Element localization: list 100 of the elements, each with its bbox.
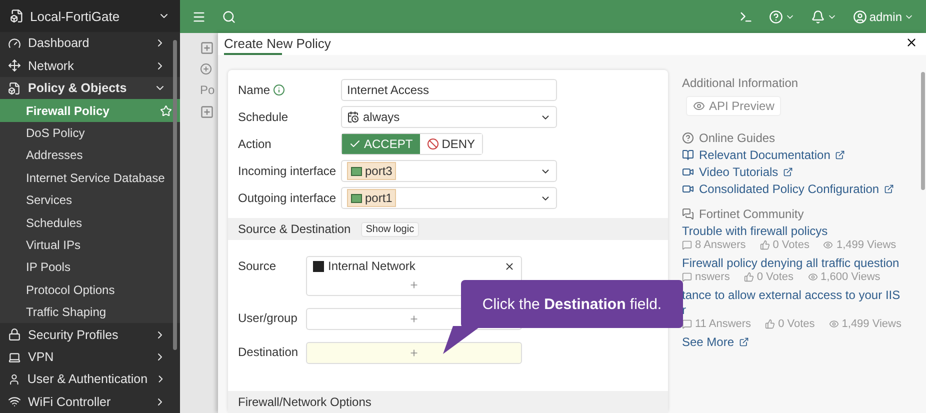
address-entry: Internal Network: [328, 259, 416, 273]
sidebar-subitem[interactable]: Protocol Options: [0, 278, 180, 302]
eye-icon: [693, 100, 705, 112]
field-label: Name: [238, 83, 341, 97]
post-link[interactable]: tance to allow external access to your IIS r: [682, 288, 904, 318]
field-label: Outgoing interface: [238, 191, 338, 205]
thumbs-up-icon: [744, 272, 754, 282]
user-menu[interactable]: admin: [853, 10, 914, 24]
plus-icon[interactable]: [409, 348, 419, 358]
external-link-icon: [739, 337, 750, 347]
views-count: 1,600 Views: [820, 271, 880, 283]
comment-icon: [682, 240, 692, 250]
block-icon: [426, 138, 439, 150]
help-icon[interactable]: [769, 10, 796, 24]
lock-icon: [8, 328, 21, 342]
close-icon[interactable]: [905, 36, 918, 49]
sidebar-item[interactable]: VPN: [0, 346, 180, 368]
votes-count: 0 Votes: [756, 271, 794, 283]
plus-icon[interactable]: [200, 41, 214, 55]
sidebar-item[interactable]: User & Authentication: [0, 368, 180, 391]
address-field[interactable]: [306, 342, 522, 364]
plus-circle-icon: [200, 63, 212, 75]
sidebar-subitem[interactable]: Internet Service Database: [0, 166, 180, 189]
dialog-title: Create New Policy: [224, 36, 331, 53]
votes-count: 0 Votes: [772, 239, 810, 251]
schedule-select[interactable]: always: [341, 106, 557, 128]
user-icon: [8, 372, 20, 386]
show-logic-button[interactable]: Show logic: [360, 222, 420, 236]
section-title: Fortinet Community: [699, 207, 804, 221]
field-label: Destination: [238, 344, 300, 359]
instruction-callout: Click the Destination field.: [461, 280, 683, 328]
sidebar-item[interactable]: WiFi Controller: [0, 390, 180, 413]
address-icon: [313, 260, 324, 272]
section-title: Source & Destination: [238, 222, 351, 236]
api-preview-button[interactable]: API Preview: [686, 96, 782, 116]
sidebar-item[interactable]: Security Profiles: [0, 323, 180, 346]
user-icon: [853, 10, 868, 24]
views-count: 1,499 Views: [842, 318, 902, 330]
port-icon: [351, 166, 362, 176]
sidebar-item[interactable]: Policy & Objects: [0, 76, 180, 100]
port-icon: [351, 194, 362, 202]
answers-count: 11 Answers: [695, 318, 752, 330]
post-link[interactable]: Trouble with firewall policys: [682, 224, 904, 239]
thumbs-up-icon: [765, 319, 776, 329]
remove-icon[interactable]: [504, 260, 515, 272]
bell-icon[interactable]: [811, 10, 838, 24]
sidebar-subitem[interactable]: Firewall Policy: [0, 99, 180, 122]
sidebar-subitem[interactable]: Virtual IPs: [0, 234, 180, 256]
expand-icon[interactable]: [200, 105, 214, 119]
sidebar-subitem[interactable]: Services: [0, 188, 180, 212]
field-label: Incoming interface: [238, 164, 338, 178]
field-label: User/group: [238, 310, 298, 325]
check-icon: [349, 138, 361, 150]
views-count: 1,499 Views: [836, 239, 896, 251]
section-title: Online Guides: [699, 131, 776, 145]
post-link[interactable]: Firewall policy denying all traffic question: [682, 256, 904, 271]
see-more-link[interactable]: See More: [682, 335, 912, 349]
eye-icon: [808, 272, 818, 282]
gauge-icon: [8, 36, 21, 50]
document-icon: [8, 82, 21, 95]
comment-icon: [682, 272, 692, 282]
search-icon[interactable]: [222, 10, 236, 24]
interface-select[interactable]: port1: [341, 187, 557, 209]
sidebar-subitem[interactable]: Addresses: [0, 144, 180, 167]
sidebar-subitem[interactable]: IP Pools: [0, 256, 180, 279]
field-label: Action: [238, 137, 272, 151]
sidebar-subitem[interactable]: Traffic Shaping: [0, 301, 180, 324]
guide-link[interactable]: Consolidated Policy Configuration: [682, 182, 912, 196]
arrows-icon: [8, 59, 21, 72]
menu-icon[interactable]: [192, 10, 206, 24]
calendar-icon: [347, 111, 359, 123]
external-link-icon: [835, 150, 846, 160]
sidebar-item[interactable]: Network: [0, 54, 180, 77]
video-icon: [682, 183, 694, 195]
book-icon: [682, 149, 694, 161]
interface-select[interactable]: port3: [341, 160, 557, 182]
name-field[interactable]: Internet Access: [341, 79, 557, 101]
field-label: Schedule: [238, 110, 290, 124]
external-link-icon: [783, 167, 794, 177]
laptop-icon: [8, 350, 21, 364]
video-icon: [682, 166, 694, 178]
device-icon: [10, 9, 24, 24]
comment-icon: [682, 319, 692, 329]
guide-link[interactable]: Video Tutorials: [682, 165, 912, 179]
eye-icon: [828, 319, 839, 329]
sidebar-subitem[interactable]: Schedules: [0, 211, 180, 234]
star-icon[interactable]: [160, 104, 172, 117]
guide-link[interactable]: Relevant Documentation: [682, 148, 912, 162]
sidebar-subitem[interactable]: DoS Policy: [0, 122, 180, 144]
votes-count: 0 Votes: [778, 318, 815, 330]
terminal-icon[interactable]: [739, 10, 754, 24]
action-option[interactable]: ACCEPT: [342, 134, 420, 154]
column-header: Po: [200, 83, 216, 97]
panel-title: Additional Information: [682, 76, 800, 90]
plus-icon[interactable]: [409, 280, 419, 290]
plus-icon[interactable]: [409, 314, 419, 324]
sidebar-item[interactable]: Dashboard: [0, 32, 180, 55]
external-link-icon: [884, 184, 894, 194]
field-label: Source: [238, 258, 278, 273]
eye-icon: [823, 240, 834, 250]
